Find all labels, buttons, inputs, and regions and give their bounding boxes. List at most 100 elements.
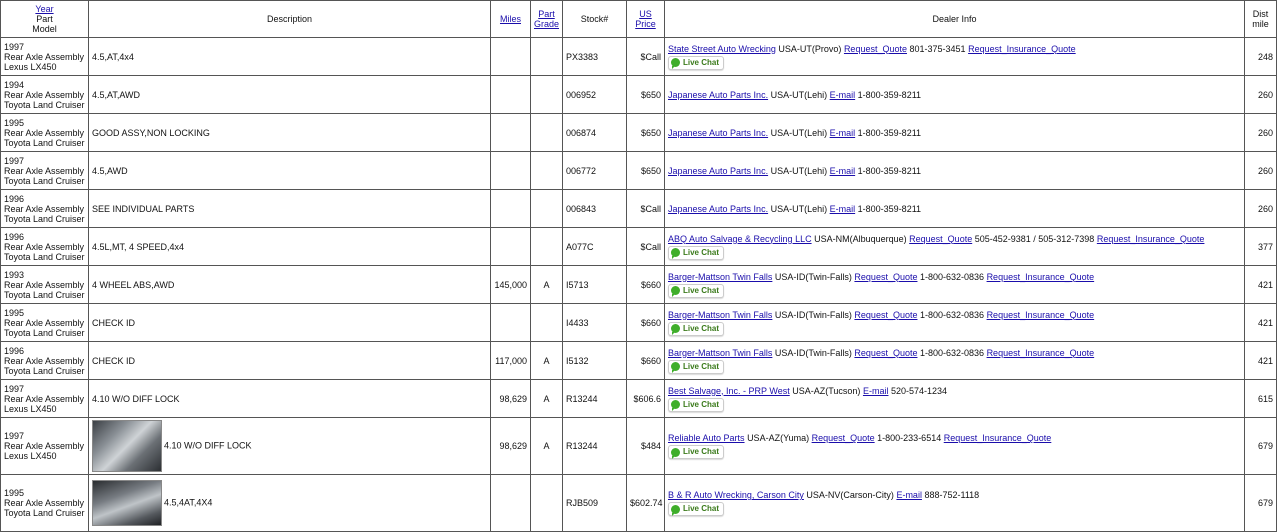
description-cell: 4.5L,MT, 4 SPEED,4x4 [88,227,491,266]
dealer-contact-link[interactable]: E-mail [830,90,856,100]
chat-bubble-icon [671,504,680,516]
dealer-location: USA-UT(Lehi) [770,203,828,214]
price-cell: $660 [626,341,665,380]
dealer-contact-link[interactable]: Request_Quote [854,348,917,358]
dealer-info-cell: Barger-Mattson Twin Falls USA-ID(Twin-Fa… [664,265,1245,304]
dealer-contact-link[interactable]: E-mail [830,128,856,138]
dealer-name-link[interactable]: B & R Auto Wrecking, Carson City [668,490,804,500]
live-chat-button[interactable]: Live Chat [668,321,725,336]
live-chat-button[interactable]: Live Chat [668,359,725,374]
vehicle-model: Toyota Land Cruiser [4,175,85,186]
dealer-contact-link[interactable]: E-mail [863,386,889,396]
year-part-model-cell: 1997 Rear Axle Assembly Lexus LX450 [0,379,89,418]
part-description: 4.5,AT,4x4 [92,51,134,62]
dealer-name-link[interactable]: Reliable Auto Parts [668,433,745,443]
grade-cell [530,113,563,152]
sort-grade-link[interactable]: Part Grade [534,9,559,29]
dealer-contact-link[interactable]: E-mail [830,166,856,176]
dealer-name-link[interactable]: Best Salvage, Inc. - PRP West [668,386,790,396]
description-cell: 4.10 W/O DIFF LOCK [88,379,491,418]
dealer-contact-link[interactable]: E-mail [830,204,856,214]
year-part-model-cell: 1993 Rear Axle Assembly Toyota Land Cruise… [0,265,89,304]
price-cell: $660 [626,265,665,304]
dealer-phone: 1-800-359-8211 [857,127,922,138]
table-row: 1995 Rear Axle Assembly Toyota Land Cruise… [0,303,1277,342]
dealer-contact-link[interactable]: Request_Quote [909,234,972,244]
stock-cell: I5713 [562,265,627,304]
sort-miles-link[interactable]: Miles [500,14,521,24]
live-chat-button[interactable]: Live Chat [668,283,725,298]
insurance-quote-link[interactable]: Request_Insurance_Quote [987,310,1095,320]
dealer-location: USA-UT(Lehi) [770,127,828,138]
header-us-price: US Price [626,0,665,38]
dealer-phone: 1-800-632-0836 [919,347,985,358]
header-year-part-model: Year Part Model [0,0,89,38]
dealer-contact-link[interactable]: Request_Quote [854,272,917,282]
vehicle-model: Toyota Land Cruiser [4,289,85,300]
live-chat-button[interactable]: Live Chat [668,502,725,516]
part-year: 1996 [4,345,25,356]
live-chat-button[interactable]: Live Chat [668,245,725,260]
description-cell: 4.5,AT,4x4 [88,37,491,76]
dealer-name-link[interactable]: Japanese Auto Parts Inc. [668,166,768,176]
live-chat-button[interactable]: Live Chat [668,397,725,412]
stock-cell: I5132 [562,341,627,380]
description-cell: GOOD ASSY,NON LOCKING [88,113,491,152]
dealer-name-link[interactable]: Barger-Mattson Twin Falls [668,348,772,358]
grade-cell: A [530,379,563,418]
dealer-name-link[interactable]: Japanese Auto Parts Inc. [668,90,768,100]
insurance-quote-link[interactable]: Request_Insurance_Quote [968,44,1076,54]
dealer-info-cell: Japanese Auto Parts Inc. USA-UT(Lehi) E-… [664,151,1245,190]
description-cell: 4.5,4AT,4X4 [88,474,491,532]
dealer-name-link[interactable]: State Street Auto Wrecking [668,44,776,54]
dealer-name-link[interactable]: Japanese Auto Parts Inc. [668,128,768,138]
part-description: 4.5,AT,AWD [92,89,141,100]
description-cell: CHECK ID [88,303,491,342]
insurance-quote-link[interactable]: Request_Insurance_Quote [987,348,1095,358]
dealer-contact-link[interactable]: Request_Quote [812,433,875,443]
insurance-quote-link[interactable]: Request_Insurance_Quote [944,433,1052,443]
distance-cell: 679 [1244,417,1277,475]
part-description: CHECK ID [92,317,136,328]
part-description: 4.5,4AT,4X4 [164,497,213,508]
price-cell: $650 [626,75,665,114]
price-cell: $606.6 [626,379,665,418]
part-photo-thumbnail[interactable] [92,480,162,526]
part-photo-thumbnail[interactable] [92,420,162,472]
grade-cell [530,189,563,228]
table-row: 1996 Rear Axle Assembly Toyota Land Cruise… [0,227,1277,266]
year-part-model-cell: 1997 Rear Axle Assembly Lexus LX450 [0,417,89,475]
table-row: 1997 Rear Axle Assembly Toyota Land Cruise… [0,151,1277,190]
part-year: 1995 [4,488,25,498]
live-chat-button[interactable]: Live Chat [668,445,725,459]
dealer-info-cell: Japanese Auto Parts Inc. USA-UT(Lehi) E-… [664,75,1245,114]
sort-year-link[interactable]: Year [35,4,53,14]
miles-cell [490,227,531,266]
distance-cell: 377 [1244,227,1277,266]
vehicle-model: Lexus LX450 [4,403,57,414]
part-year: 1997 [4,41,25,52]
dealer-name-link[interactable]: Barger-Mattson Twin Falls [668,310,772,320]
dealer-phone: 520-574-1234 [890,385,948,396]
table-row: 1996 Rear Axle Assembly Toyota Land Cruise… [0,189,1277,228]
sort-price-link[interactable]: US Price [635,9,656,29]
dealer-name-link[interactable]: ABQ Auto Salvage & Recycling LLC [668,234,812,244]
vehicle-model: Toyota Land Cruiser [4,137,85,148]
live-chat-label: Live Chat [683,247,720,257]
part-name: Rear Axle Assembly [4,165,85,176]
dealer-contact-link[interactable]: E-mail [896,490,922,500]
dealer-contact-link[interactable]: Request_Quote [844,44,907,54]
dealer-name-link[interactable]: Barger-Mattson Twin Falls [668,272,772,282]
dealer-name-link[interactable]: Japanese Auto Parts Inc. [668,204,768,214]
part-year: 1995 [4,117,25,128]
grade-cell [530,303,563,342]
dealer-location: USA-NV(Carson-City) [806,490,894,500]
live-chat-button[interactable]: Live Chat [668,55,725,70]
insurance-quote-link[interactable]: Request_Insurance_Quote [987,272,1095,282]
description-cell: 4 WHEEL ABS,AWD [88,265,491,304]
dealer-contact-link[interactable]: Request_Quote [854,310,917,320]
grade-cell: A [530,265,563,304]
dealer-info-cell: Barger-Mattson Twin Falls USA-ID(Twin-Fa… [664,341,1245,380]
insurance-quote-link[interactable]: Request_Insurance_Quote [1097,234,1205,244]
live-chat-label: Live Chat [683,285,720,295]
